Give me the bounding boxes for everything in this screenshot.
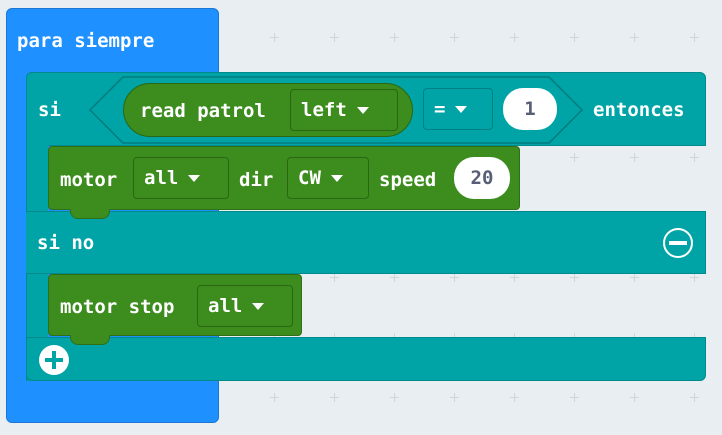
motor-stop-label: motor stop bbox=[60, 296, 175, 318]
grid-cross-icon bbox=[330, 33, 339, 42]
grid-cross-icon bbox=[330, 393, 339, 402]
grid-cross-icon bbox=[450, 393, 459, 402]
grid-cross-icon bbox=[270, 33, 279, 42]
stmt-notch bbox=[70, 209, 110, 219]
motor-stop-value: all bbox=[208, 295, 243, 317]
grid-cross-icon bbox=[690, 33, 699, 42]
grid-cross-icon bbox=[510, 33, 519, 42]
operator-dropdown[interactable]: = bbox=[423, 88, 493, 130]
grid-cross-icon bbox=[450, 33, 459, 42]
grid-cross-icon bbox=[690, 153, 699, 162]
speed-label: speed bbox=[379, 169, 437, 191]
if-block-bottom bbox=[26, 337, 706, 381]
patrol-side-value: left bbox=[301, 99, 347, 121]
grid-cross-icon bbox=[270, 393, 279, 402]
grid-cross-icon bbox=[570, 153, 579, 162]
grid-cross-icon bbox=[570, 33, 579, 42]
plus-circle-icon[interactable] bbox=[39, 345, 69, 375]
grid-cross-icon bbox=[390, 33, 399, 42]
motor-select-value: all bbox=[144, 167, 179, 189]
motor-stop-block[interactable]: motor stop all bbox=[48, 274, 302, 336]
grid-cross-icon bbox=[690, 273, 699, 282]
grid-cross-icon bbox=[330, 273, 339, 282]
grid-cross-icon bbox=[390, 393, 399, 402]
motor-dir-speed-block[interactable]: motor all dir CW speed 20 bbox=[48, 146, 520, 210]
motor-stop-dropdown[interactable]: all bbox=[197, 285, 293, 327]
grid-cross-icon bbox=[570, 393, 579, 402]
operator-value: = bbox=[434, 98, 446, 120]
then-label: entonces bbox=[593, 99, 685, 121]
grid-cross-icon bbox=[630, 273, 639, 282]
dir-label: dir bbox=[239, 169, 274, 191]
motor-label: motor bbox=[60, 169, 118, 191]
caret-down-icon bbox=[252, 302, 265, 310]
else-band: si no bbox=[26, 211, 706, 274]
read-patrol-block[interactable]: read patrol left bbox=[123, 83, 413, 137]
grid-cross-icon bbox=[450, 273, 459, 282]
patrol-side-dropdown[interactable]: left bbox=[290, 89, 398, 131]
if-label: si bbox=[38, 99, 61, 121]
caret-down-icon bbox=[455, 105, 468, 113]
caret-down-icon bbox=[330, 174, 343, 182]
speed-input[interactable]: 20 bbox=[454, 157, 510, 199]
grid-cross-icon bbox=[510, 273, 519, 282]
forever-label: para siempre bbox=[17, 30, 155, 52]
grid-cross-icon bbox=[570, 273, 579, 282]
compare-value-input[interactable]: 1 bbox=[503, 88, 557, 130]
grid-cross-icon bbox=[630, 393, 639, 402]
grid-cross-icon bbox=[690, 393, 699, 402]
dir-value: CW bbox=[298, 167, 321, 189]
stmt-notch bbox=[70, 335, 110, 345]
if-block[interactable]: si read patrol left = 1 entonces bbox=[26, 72, 706, 146]
else-label: si no bbox=[37, 232, 95, 254]
grid-cross-icon bbox=[510, 393, 519, 402]
caret-down-icon bbox=[188, 174, 201, 182]
grid-cross-icon bbox=[630, 33, 639, 42]
caret-down-icon bbox=[356, 106, 369, 114]
minus-circle-icon[interactable] bbox=[663, 228, 693, 258]
dir-dropdown[interactable]: CW bbox=[287, 157, 369, 199]
read-patrol-label: read patrol bbox=[140, 100, 266, 122]
motor-select-dropdown[interactable]: all bbox=[133, 157, 229, 199]
grid-cross-icon bbox=[390, 273, 399, 282]
grid-cross-icon bbox=[630, 153, 639, 162]
